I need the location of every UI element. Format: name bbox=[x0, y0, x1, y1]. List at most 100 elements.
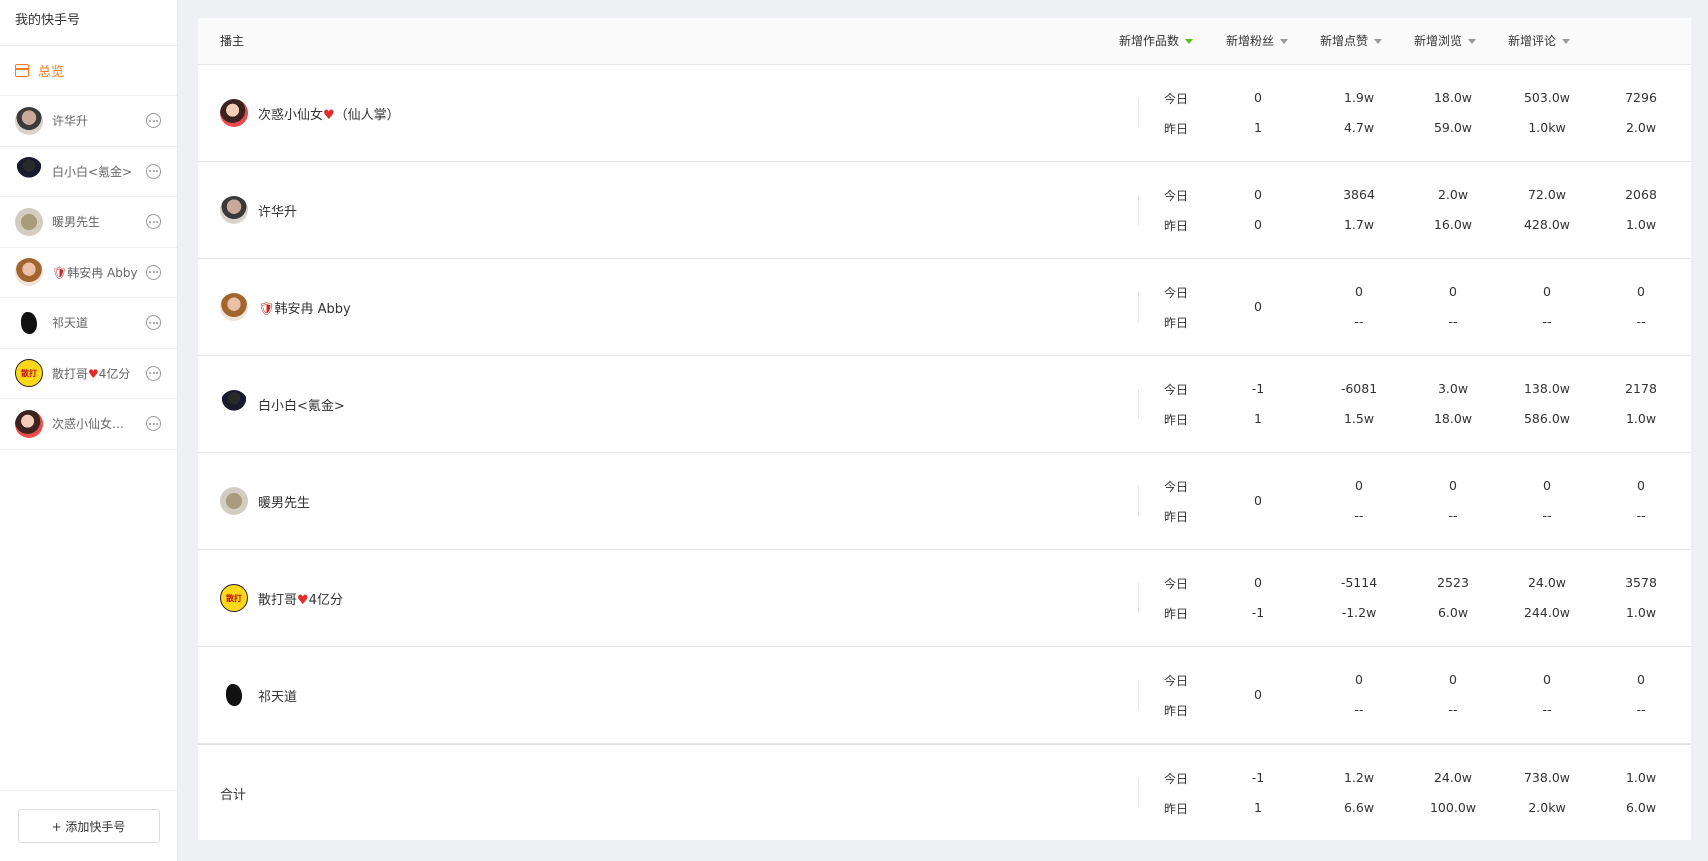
avatar bbox=[15, 157, 43, 186]
fans-today: 0 bbox=[1355, 284, 1363, 299]
works-value: 0 bbox=[1254, 687, 1262, 702]
views-yesterday: 244.0w bbox=[1523, 605, 1570, 620]
sidebar-item-account[interactable]: 许华升 bbox=[0, 96, 177, 147]
streamer-cell: 祁天道 bbox=[220, 647, 297, 743]
works-yesterday: -1 bbox=[1251, 605, 1265, 620]
today-label: 今日 bbox=[1164, 92, 1189, 106]
account-name: 🛡韩安冉 Abby bbox=[52, 265, 138, 280]
fans-today: -5114 bbox=[1340, 575, 1378, 590]
fans-yesterday: -- bbox=[1354, 314, 1364, 329]
likes-yesterday: -- bbox=[1448, 702, 1458, 717]
comments-today: 1.0w bbox=[1625, 770, 1657, 785]
yesterday-label: 昨日 bbox=[1164, 413, 1189, 427]
fans-today: 1.9w bbox=[1343, 90, 1375, 105]
fans-yesterday: -1.2w bbox=[1341, 605, 1377, 620]
sidebar-item-account[interactable]: 次惑小仙女… bbox=[0, 399, 177, 450]
works-value: 0 bbox=[1254, 493, 1262, 508]
more-icon[interactable] bbox=[146, 416, 161, 432]
heart-icon: ♥ bbox=[323, 107, 335, 123]
works-today: -1 bbox=[1251, 381, 1265, 396]
streamer-name: 韩安冉 Abby bbox=[274, 301, 351, 317]
more-icon[interactable] bbox=[146, 163, 161, 179]
sort-new-comments[interactable]: 新增评论 bbox=[1508, 18, 1571, 64]
table-row[interactable]: 白小白<氪金> 今日 昨日 -1 1 -6081 1.5w 3.0w 18.0w… bbox=[198, 356, 1691, 453]
sidebar-item-overview[interactable]: 总览 bbox=[0, 46, 177, 96]
fans-today: 0 bbox=[1355, 478, 1363, 493]
fans-yesterday: 6.6w bbox=[1343, 800, 1375, 815]
more-icon[interactable] bbox=[146, 264, 161, 280]
table-row[interactable]: 许华升 今日 昨日 0 0 3864 1.7w 2.0w 16.0w 72.0w… bbox=[198, 162, 1691, 259]
comments-today: 7296 bbox=[1625, 90, 1657, 105]
sidebar: 我的快手号 总览 许华升 白小白<氪金> 暖男先生 🛡韩安冉 Abby 祁天道 … bbox=[0, 0, 178, 861]
avatar bbox=[15, 207, 43, 236]
more-icon[interactable] bbox=[146, 365, 161, 381]
today-label: 今日 bbox=[1164, 383, 1189, 397]
streamer-name: 次惑小仙女 bbox=[258, 107, 324, 123]
sidebar-item-account[interactable]: 散打 散打哥♥4亿分 bbox=[0, 349, 177, 399]
sidebar-footer: + 添加快手号 bbox=[0, 790, 177, 861]
sort-new-works[interactable]: 新增作品数 bbox=[1119, 18, 1194, 64]
streamer-name: 散打哥 bbox=[258, 592, 298, 608]
likes-today: 24.0w bbox=[1433, 770, 1473, 785]
comments-today: 0 bbox=[1637, 672, 1645, 687]
divider bbox=[1138, 195, 1139, 225]
sidebar-item-account[interactable]: 🛡韩安冉 Abby bbox=[0, 248, 177, 298]
more-icon[interactable] bbox=[146, 315, 161, 331]
divider bbox=[1138, 583, 1139, 613]
views-yesterday: 1.0kw bbox=[1528, 120, 1566, 135]
sidebar-item-account[interactable]: 暖男先生 bbox=[0, 197, 177, 248]
account-name: 白小白<氪金> bbox=[52, 164, 133, 179]
sort-new-likes[interactable]: 新增点赞 bbox=[1320, 18, 1383, 64]
avatar: 散打 bbox=[15, 359, 43, 388]
comments-yesterday: 6.0w bbox=[1625, 800, 1657, 815]
sidebar-item-label: 总览 bbox=[38, 65, 65, 80]
fans-today: 3864 bbox=[1343, 187, 1375, 202]
fans-yesterday: -- bbox=[1354, 508, 1364, 523]
comments-today: 0 bbox=[1637, 284, 1645, 299]
add-account-button[interactable]: + 添加快手号 bbox=[17, 809, 160, 843]
table-row[interactable]: 散打 散打哥♥4亿分 今日 昨日 0 -1 -5114 -1.2w 2523 6… bbox=[198, 550, 1691, 647]
sort-new-fans[interactable]: 新增粉丝 bbox=[1226, 18, 1289, 64]
heart-icon: ♥ bbox=[88, 366, 99, 381]
works-today: 0 bbox=[1254, 575, 1262, 590]
avatar bbox=[15, 308, 43, 337]
works-yesterday: 0 bbox=[1254, 217, 1262, 232]
table-row[interactable]: 暖男先生 今日 昨日 0 0 -- 0 -- 0 -- 0 -- bbox=[198, 453, 1691, 550]
works-today: 0 bbox=[1254, 187, 1262, 202]
fans-today: 0 bbox=[1355, 672, 1363, 687]
table-row[interactable]: 祁天道 今日 昨日 0 0 -- 0 -- 0 -- 0 -- bbox=[198, 647, 1691, 744]
views-yesterday: -- bbox=[1542, 702, 1552, 717]
likes-today: 2523 bbox=[1437, 575, 1469, 590]
sidebar-item-account[interactable]: 白小白<氪金> bbox=[0, 147, 177, 197]
table-row[interactable]: 🛡韩安冉 Abby 今日 昨日 0 0 -- 0 -- 0 -- 0 -- bbox=[198, 259, 1691, 356]
today-label: 今日 bbox=[1164, 480, 1189, 494]
streamer-name: 暖男先生 bbox=[258, 495, 311, 511]
comments-yesterday: -- bbox=[1636, 314, 1646, 329]
comments-today: 3578 bbox=[1625, 575, 1657, 590]
works-yesterday: 1 bbox=[1254, 120, 1262, 135]
avatar bbox=[220, 293, 248, 321]
views-today: 0 bbox=[1543, 284, 1551, 299]
avatar bbox=[15, 409, 43, 438]
sort-new-views[interactable]: 新增浏览 bbox=[1414, 18, 1477, 64]
caret-down-icon bbox=[1374, 38, 1383, 44]
heart-icon: ♥ bbox=[297, 592, 309, 608]
fans-yesterday: 1.7w bbox=[1343, 217, 1375, 232]
total-label: 合计 bbox=[220, 787, 247, 803]
avatar: 散打 bbox=[220, 584, 248, 612]
views-today: 72.0w bbox=[1527, 187, 1567, 202]
header-streamer: 播主 bbox=[220, 34, 245, 48]
yesterday-label: 昨日 bbox=[1164, 316, 1189, 330]
fans-yesterday: 4.7w bbox=[1343, 120, 1375, 135]
likes-today: 0 bbox=[1449, 672, 1457, 687]
likes-yesterday: 59.0w bbox=[1433, 120, 1473, 135]
total-row: 合计 今日 昨日 -1 1 1.2w 6.6w 24.0w 100.0w 738… bbox=[198, 744, 1691, 841]
table-row[interactable]: 次惑小仙女♥（仙人掌） 今日 昨日 0 1 1.9w 4.7w 18.0w 59… bbox=[198, 65, 1691, 162]
today-label: 今日 bbox=[1164, 189, 1189, 203]
sidebar-item-account[interactable]: 祁天道 bbox=[0, 298, 177, 349]
account-name: 次惑小仙女… bbox=[52, 417, 125, 432]
more-icon[interactable] bbox=[146, 113, 161, 129]
more-icon[interactable] bbox=[146, 214, 161, 230]
caret-down-icon bbox=[1562, 38, 1571, 44]
fans-today: -6081 bbox=[1340, 381, 1378, 396]
